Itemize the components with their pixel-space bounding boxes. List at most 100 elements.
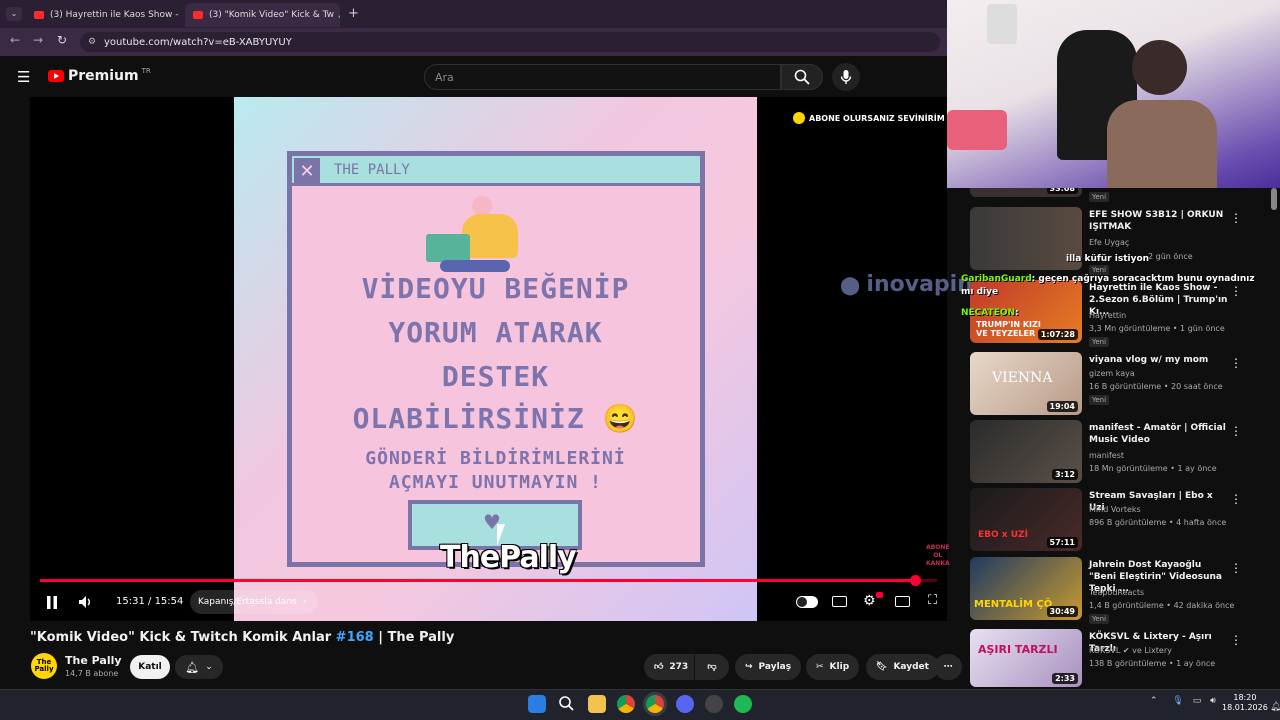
- url-text: youtube.com/watch?v=eB-XABYUYUY: [104, 36, 292, 48]
- file-explorer-icon[interactable]: [588, 695, 606, 713]
- settings-icon[interactable]: ⚙: [863, 593, 876, 609]
- streamer-body: [1107, 100, 1217, 188]
- list-item[interactable]: VIENNA 19:04 viyana vlog w/ my mom gizem…: [970, 352, 1270, 416]
- app-icon[interactable]: [705, 695, 723, 713]
- chat-text: :: [1015, 308, 1019, 318]
- forward-icon[interactable]: →: [33, 33, 43, 47]
- tab-label: (3) Hayrettin ile Kaos Show - 2.S: [50, 10, 182, 20]
- search-button[interactable]: [781, 64, 823, 90]
- pixel-window-title: THE PALLY: [334, 162, 410, 178]
- chevron-right-icon: ›: [302, 597, 307, 607]
- rec-channel[interactable]: Mind Vorteks: [1089, 505, 1141, 514]
- mouse-cursor-icon: [497, 524, 505, 546]
- more-vert-icon[interactable]: ⋮: [1230, 561, 1242, 575]
- rec-title[interactable]: EFE SHOW S3B12 | ORKUN IŞITMAK: [1089, 209, 1229, 233]
- rec-channel[interactable]: gizem kaya: [1089, 369, 1135, 378]
- rec-channel[interactable]: manifest: [1089, 451, 1124, 460]
- more-vert-icon[interactable]: ⋮: [1230, 492, 1242, 506]
- channel-avatar[interactable]: The Pally: [31, 653, 57, 679]
- clip-label: Klip: [829, 662, 850, 672]
- chevron-down-icon: ⌄: [205, 662, 213, 672]
- notification-button[interactable]: 🔔︎ ⌄: [175, 655, 223, 679]
- youtube-logo[interactable]: Premium TR: [48, 67, 151, 84]
- notification-icon[interactable]: 🔔︎: [1270, 702, 1280, 712]
- video-thumbnail[interactable]: AŞIRI TARZLI 2:33: [970, 629, 1082, 687]
- search-input[interactable]: Ara: [424, 64, 781, 90]
- hd-badge: [876, 592, 883, 598]
- rec-channel[interactable]: Efe Uygaç: [1089, 238, 1129, 247]
- network-icon[interactable]: ▭: [1193, 696, 1202, 706]
- list-item[interactable]: EBO x UZİ 57:11 Stream Savaşları | Ebo x…: [970, 488, 1270, 552]
- site-info-icon[interactable]: ⚙: [88, 37, 96, 47]
- share-button[interactable]: ↪ Paylaş: [735, 654, 802, 680]
- voice-search-button[interactable]: [832, 63, 860, 91]
- dislike-button[interactable]: 👎︎: [695, 654, 729, 680]
- back-icon[interactable]: ←: [10, 33, 20, 47]
- video-text-line: OLABİLİRSİNİZ 😄: [352, 402, 639, 435]
- tab-search-button[interactable]: ⌄: [6, 7, 22, 21]
- miniplayer-icon[interactable]: [895, 596, 910, 607]
- rec-channel[interactable]: Hayrettin: [1089, 311, 1126, 320]
- video-thumbnail[interactable]: 3:12: [970, 420, 1082, 483]
- chapter-button[interactable]: Kapanış/Ertassla dans ›: [190, 590, 319, 614]
- illustration-legs: [440, 260, 510, 272]
- tab-kaos-show[interactable]: (3) Hayrettin ile Kaos Show - 2.S ✕: [26, 3, 182, 27]
- more-vert-icon[interactable]: ⋮: [1230, 633, 1242, 647]
- save-button[interactable]: 🔖︎ Kaydet: [866, 654, 939, 680]
- microphone-icon: [840, 70, 852, 84]
- more-vert-icon[interactable]: ⋮: [1230, 211, 1242, 225]
- video-thumbnail[interactable]: EBO x UZİ 57:11: [970, 488, 1082, 551]
- new-badge: Yeni: [1089, 395, 1110, 405]
- video-thumbnail[interactable]: VIENNA 19:04: [970, 352, 1082, 415]
- rec-channel[interactable]: TeapodReacts: [1089, 588, 1144, 597]
- clock-date: 18.01.2026: [1222, 703, 1268, 712]
- like-button[interactable]: 👍︎ 273: [644, 654, 694, 680]
- volume-tray-icon[interactable]: 🔊︎: [1210, 696, 1216, 706]
- duration-badge: 1:07:28: [1037, 329, 1078, 340]
- captions-icon[interactable]: [832, 596, 847, 607]
- video-text-line: GÖNDERİ BİLDİRİMLERİNİ: [365, 448, 626, 469]
- autoplay-toggle[interactable]: [796, 596, 818, 608]
- tab-komik-video[interactable]: (3) "Komik Video" Kick & Tw 🔊 ✕: [185, 3, 340, 27]
- save-label: Kaydet: [893, 662, 929, 672]
- more-actions-button[interactable]: ⋯: [934, 654, 962, 680]
- rec-meta: 896 B görüntüleme • 4 hafta önce: [1089, 518, 1227, 527]
- list-item[interactable]: MENTALİM ÇÖ 30:49 Jahrein Dost Kayaoğlu …: [970, 557, 1270, 624]
- clip-button[interactable]: ✂ Klip: [806, 654, 860, 680]
- mic-tray-icon[interactable]: 🎙︎: [1172, 696, 1183, 706]
- channel-name[interactable]: The Pally: [65, 654, 122, 667]
- join-button[interactable]: Katıl: [130, 655, 170, 679]
- rec-channel[interactable]: KÖKSVL ✔ ve Lixtery: [1089, 646, 1172, 655]
- taskbar-clock[interactable]: 18:20 18.01.2026: [1222, 693, 1268, 713]
- video-thumbnail[interactable]: MENTALİM ÇÖ 30:49: [970, 557, 1082, 620]
- start-icon[interactable]: [528, 695, 546, 713]
- url-input[interactable]: ⚙ youtube.com/watch?v=eB-XABYUYUY: [80, 32, 940, 52]
- more-vert-icon[interactable]: ⋮: [1230, 424, 1242, 438]
- rec-title[interactable]: viyana vlog w/ my mom: [1089, 354, 1229, 366]
- speaker-icon[interactable]: 🔊: [338, 10, 340, 20]
- wall-picture: [987, 4, 1017, 44]
- rec-title[interactable]: manifest - Amatör | Official Music Video: [1089, 422, 1229, 446]
- chrome-icon[interactable]: [617, 695, 635, 713]
- reload-icon[interactable]: ↻: [57, 33, 67, 47]
- menu-icon[interactable]: ☰: [17, 68, 30, 86]
- pause-button[interactable]: [44, 594, 60, 610]
- search-icon[interactable]: [558, 695, 576, 713]
- volume-button[interactable]: [77, 594, 95, 610]
- hashtag-link[interactable]: #168: [336, 630, 374, 645]
- chrome-active-icon[interactable]: [646, 695, 664, 713]
- chevron-up-icon[interactable]: ⌃: [1150, 696, 1158, 706]
- sidebar-scrollbar[interactable]: [1271, 188, 1277, 210]
- video-text-line: DESTEK: [441, 360, 550, 393]
- discord-icon[interactable]: [676, 695, 694, 713]
- spotify-icon[interactable]: [734, 695, 752, 713]
- list-item[interactable]: 3:12 manifest - Amatör | Official Music …: [970, 420, 1270, 484]
- title-text: "Komik Video" Kick & Twitch Komik Anlar: [30, 630, 336, 645]
- system-tray[interactable]: ⌃ 🎙︎ ▭ 🔊︎: [1150, 696, 1216, 706]
- taskbar: [0, 689, 1280, 720]
- more-vert-icon[interactable]: ⋮: [1230, 356, 1242, 370]
- fullscreen-icon[interactable]: ⛶: [928, 593, 937, 608]
- list-item[interactable]: AŞIRI TARZLI 2:33 KÖKSVL & Lixtery - Aşı…: [970, 629, 1270, 687]
- new-tab-button[interactable]: +: [348, 6, 359, 21]
- thumbnail-text: MENTALİM ÇÖ: [974, 599, 1053, 610]
